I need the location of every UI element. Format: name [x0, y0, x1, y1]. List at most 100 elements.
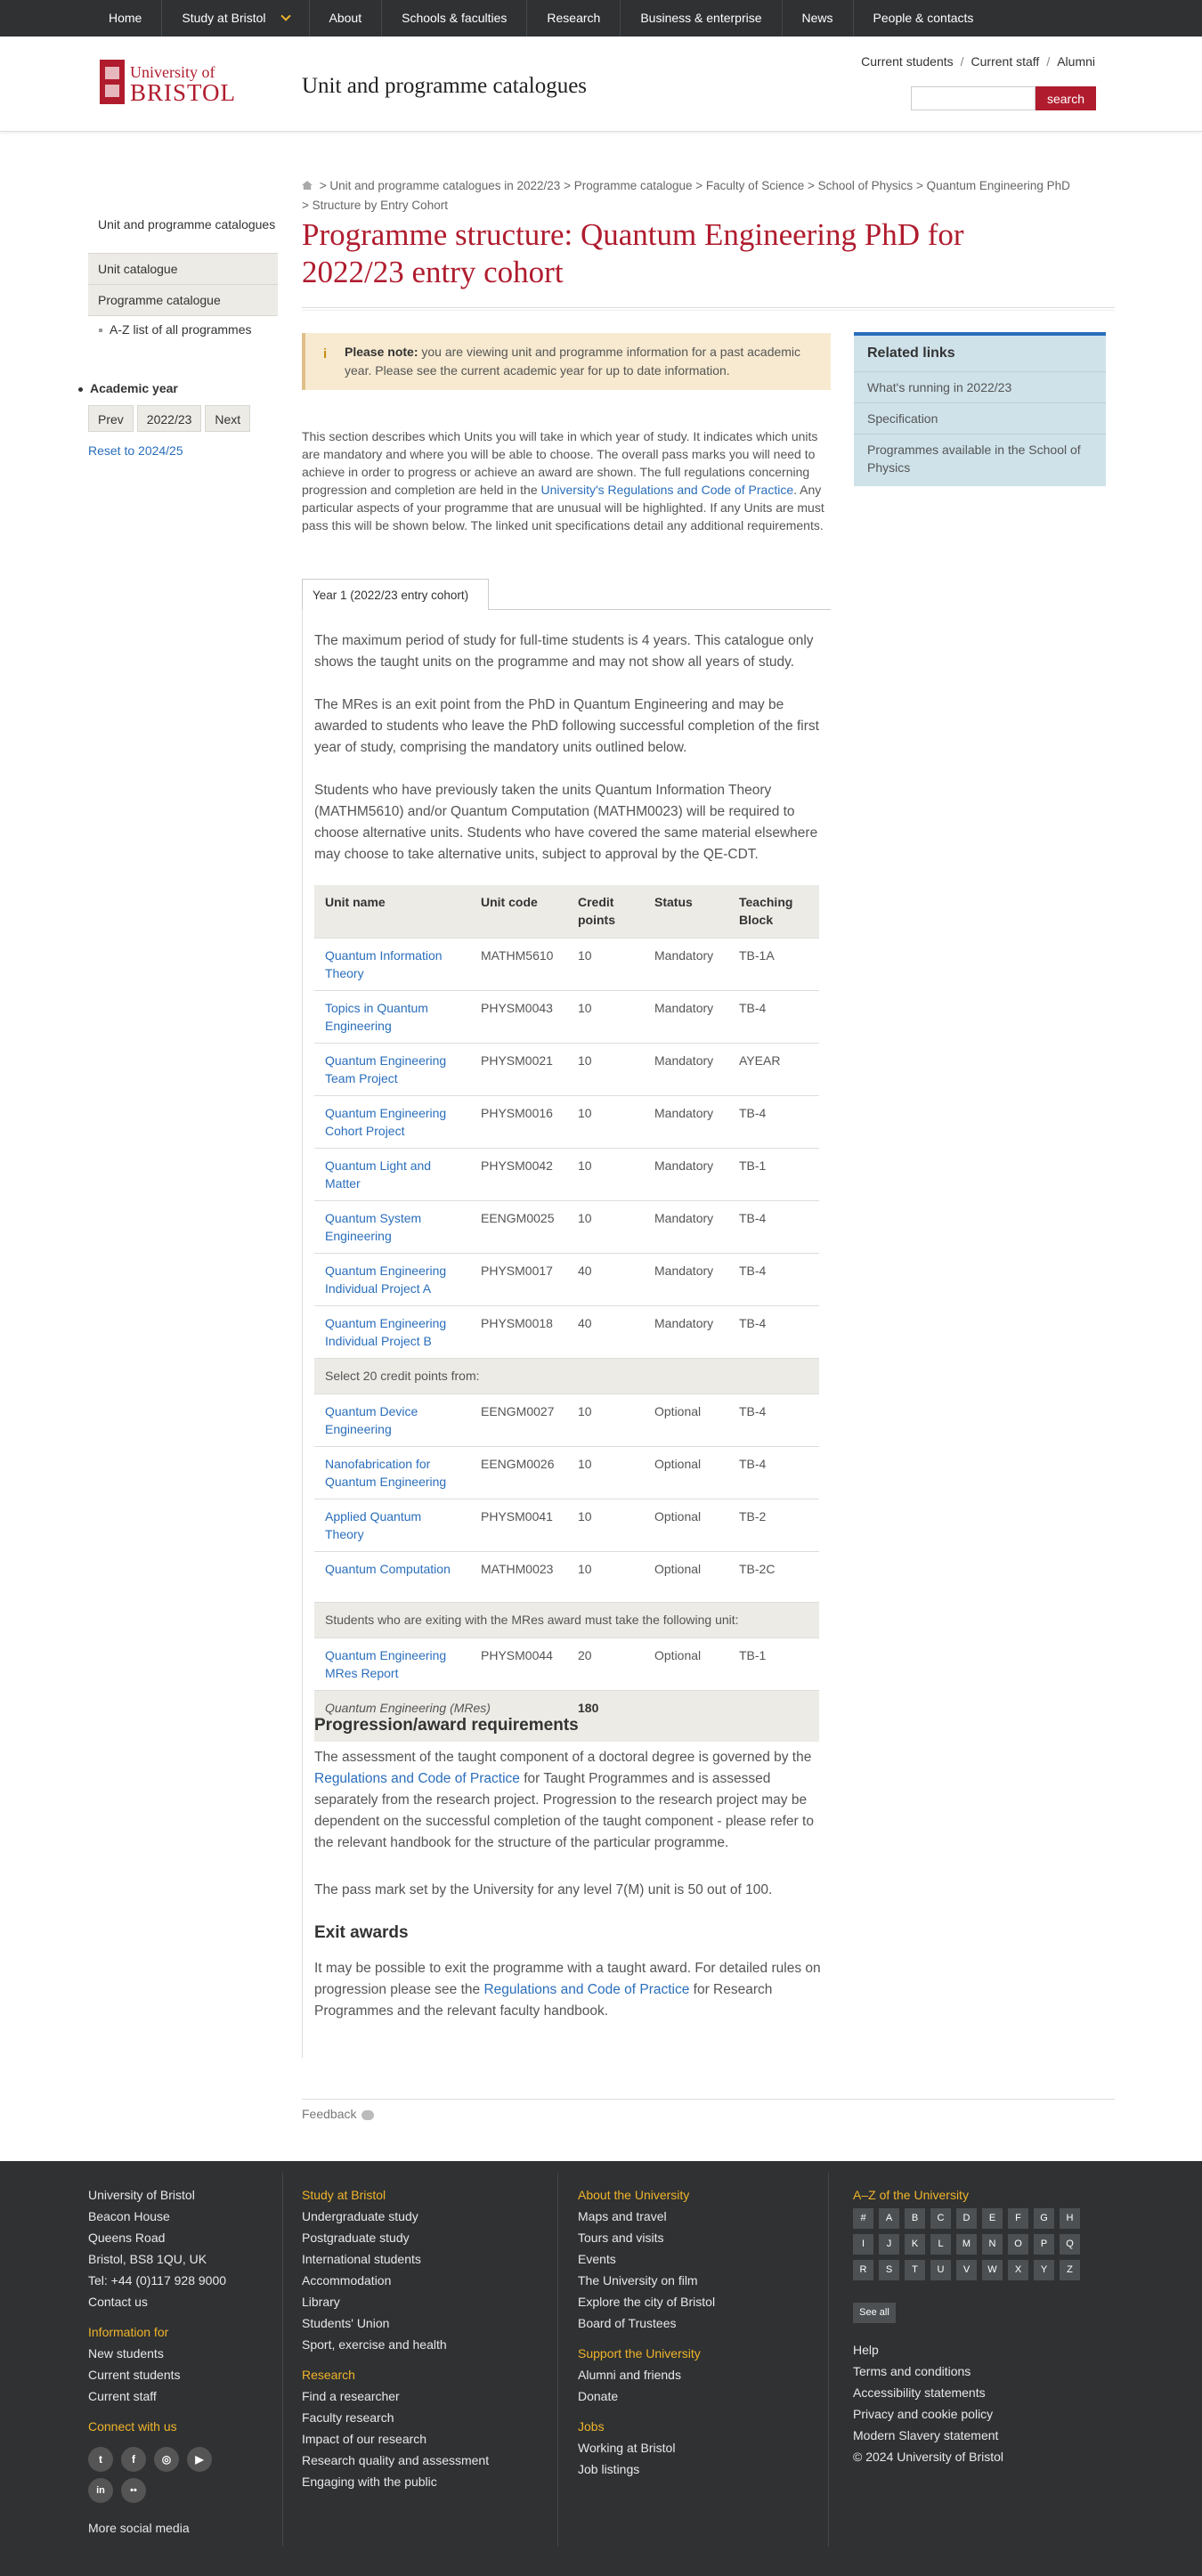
instagram-icon[interactable]: ◎ [154, 2447, 179, 2472]
az-letter[interactable]: F [1008, 2208, 1028, 2229]
facebook-icon[interactable]: f [121, 2447, 146, 2472]
util-current-staff[interactable]: Current staff [971, 54, 1040, 69]
footer-link[interactable]: Job listings [578, 2458, 715, 2480]
footer-link[interactable]: Maps and travel [578, 2206, 715, 2227]
footer-contact-link[interactable]: Contact us [88, 2291, 226, 2312]
az-letter[interactable]: H [1060, 2208, 1080, 2229]
university-logo[interactable]: University of BRISTOL [100, 60, 264, 110]
footer-link[interactable]: Current staff [88, 2385, 226, 2407]
unit-link[interactable]: Quantum Information Theory [325, 948, 443, 980]
az-letter[interactable]: D [956, 2208, 977, 2229]
footer-study-heading[interactable]: Study at Bristol [302, 2184, 489, 2206]
az-letter[interactable]: O [1008, 2234, 1028, 2255]
footer-link[interactable]: Tours and visits [578, 2227, 715, 2248]
util-alumni[interactable]: Alumni [1057, 54, 1095, 69]
footer-link[interactable]: Impact of our research [302, 2428, 489, 2450]
footer-link[interactable]: Alumni and friends [578, 2364, 715, 2385]
breadcrumb-item[interactable]: School of Physics [818, 179, 914, 192]
unit-link[interactable]: Quantum Engineering Cohort Project [325, 1106, 446, 1138]
youtube-icon[interactable]: ▶ [187, 2447, 212, 2472]
footer-link[interactable]: Undergraduate study [302, 2206, 489, 2227]
unit-link[interactable]: Quantum Engineering Individual Project B [325, 1316, 446, 1348]
sidebar-item-unit-catalogue[interactable]: Unit catalogue [88, 253, 278, 284]
footer-link[interactable]: Working at Bristol [578, 2437, 715, 2458]
footer-link[interactable]: Students' Union [302, 2312, 489, 2334]
footer-link[interactable]: The University on film [578, 2270, 715, 2291]
az-letter[interactable]: C [930, 2208, 951, 2229]
footer-research-heading[interactable]: Research [302, 2364, 489, 2385]
az-letter[interactable]: Z [1060, 2260, 1080, 2280]
unit-link[interactable]: Quantum System Engineering [325, 1211, 421, 1243]
az-letter[interactable]: S [879, 2260, 899, 2280]
az-letter[interactable]: N [982, 2234, 1003, 2255]
az-letter[interactable]: E [982, 2208, 1003, 2229]
unit-link[interactable]: Quantum Light and Matter [325, 1158, 431, 1190]
feedback-link[interactable]: Feedback [302, 2107, 375, 2121]
home-icon[interactable] [302, 181, 313, 190]
next-year-button[interactable]: Next [205, 405, 251, 432]
footer-link[interactable]: Events [578, 2248, 715, 2270]
tab-year-1[interactable]: Year 1 (2022/23 entry cohort) [302, 579, 489, 610]
site-title[interactable]: Unit and programme catalogues [302, 74, 587, 99]
nav-schools-faculties[interactable]: Schools & faculties [381, 0, 526, 37]
footer-link[interactable]: Sport, exercise and health [302, 2334, 489, 2355]
az-letter[interactable]: I [853, 2234, 873, 2255]
chevron-down-icon[interactable] [280, 11, 291, 21]
related-link-specification[interactable]: Specification [854, 402, 1106, 434]
footer-about-heading[interactable]: About the University [578, 2184, 715, 2206]
see-all-button[interactable]: See all [853, 2303, 896, 2323]
az-letter[interactable]: M [956, 2234, 977, 2255]
nav-home[interactable]: Home [89, 0, 161, 37]
az-letter[interactable]: V [956, 2260, 977, 2280]
az-letter[interactable]: U [930, 2260, 951, 2280]
linkedin-icon[interactable]: in [88, 2478, 113, 2503]
flickr-icon[interactable]: •• [121, 2478, 146, 2503]
az-letter[interactable]: T [905, 2260, 925, 2280]
az-letter[interactable]: X [1008, 2260, 1028, 2280]
footer-link[interactable]: Donate [578, 2385, 715, 2407]
related-link-whats-running[interactable]: What's running in 2022/23 [854, 371, 1106, 402]
footer-link[interactable]: Faculty research [302, 2407, 489, 2428]
twitter-icon[interactable]: t [88, 2447, 113, 2472]
footer-link[interactable]: Accommodation [302, 2270, 489, 2291]
footer-link[interactable]: Explore the city of Bristol [578, 2291, 715, 2312]
sidebar-title[interactable]: Unit and programme catalogues [98, 217, 275, 232]
az-heading[interactable]: A–Z of the University [853, 2184, 969, 2206]
footer-link[interactable]: Find a researcher [302, 2385, 489, 2407]
footer-link[interactable]: Research quality and assessment [302, 2450, 489, 2471]
footer-link[interactable]: Board of Trustees [578, 2312, 715, 2334]
reset-year-link[interactable]: Reset to 2024/25 [88, 443, 183, 458]
sidebar-item-az-list[interactable]: A-Z list of all programmes [88, 315, 278, 342]
az-letter[interactable]: R [853, 2260, 873, 2280]
regulations-link[interactable]: Regulations and Code of Practice [314, 1771, 520, 1786]
az-letter[interactable]: B [905, 2208, 925, 2229]
search-button[interactable]: search [1036, 86, 1096, 110]
footer-connect-heading[interactable]: Connect with us [88, 2416, 226, 2437]
footer-link[interactable]: Library [302, 2291, 489, 2312]
az-letter[interactable]: # [853, 2208, 873, 2229]
unit-link[interactable]: Quantum Engineering Team Project [325, 1053, 446, 1085]
footer-link[interactable]: Postgraduate study [302, 2227, 489, 2248]
unit-link[interactable]: Quantum Engineering Individual Project A [325, 1264, 446, 1296]
footer-link[interactable]: Modern Slavery statement [853, 2425, 1003, 2446]
az-letter[interactable]: L [930, 2234, 951, 2255]
breadcrumb-item[interactable]: Unit and programme catalogues in 2022/23 [329, 179, 560, 192]
unit-link[interactable]: Nanofabrication for Quantum Engineering [325, 1457, 446, 1489]
nav-people-contacts[interactable]: People & contacts [852, 0, 994, 37]
sidebar-item-programme-catalogue[interactable]: Programme catalogue [88, 284, 278, 315]
search-input[interactable] [911, 86, 1036, 110]
az-letter[interactable]: A [879, 2208, 899, 2229]
related-link-school-programmes[interactable]: Programmes available in the School of Ph… [854, 434, 1106, 483]
az-letter[interactable]: J [879, 2234, 899, 2255]
nav-business-enterprise[interactable]: Business & enterprise [620, 0, 781, 37]
footer-support-heading[interactable]: Support the University [578, 2343, 715, 2364]
util-current-students[interactable]: Current students [861, 54, 954, 69]
az-letter[interactable]: G [1034, 2208, 1054, 2229]
footer-link[interactable]: Current students [88, 2364, 226, 2385]
regulations-link[interactable]: University's Regulations and Code of Pra… [541, 483, 794, 497]
az-letter[interactable]: P [1034, 2234, 1054, 2255]
more-social-link[interactable]: More social media [88, 2517, 190, 2539]
footer-link[interactable]: Privacy and cookie policy [853, 2403, 1003, 2425]
footer-info-heading[interactable]: Information for [88, 2321, 226, 2343]
breadcrumb-item[interactable]: Faculty of Science [706, 179, 804, 192]
